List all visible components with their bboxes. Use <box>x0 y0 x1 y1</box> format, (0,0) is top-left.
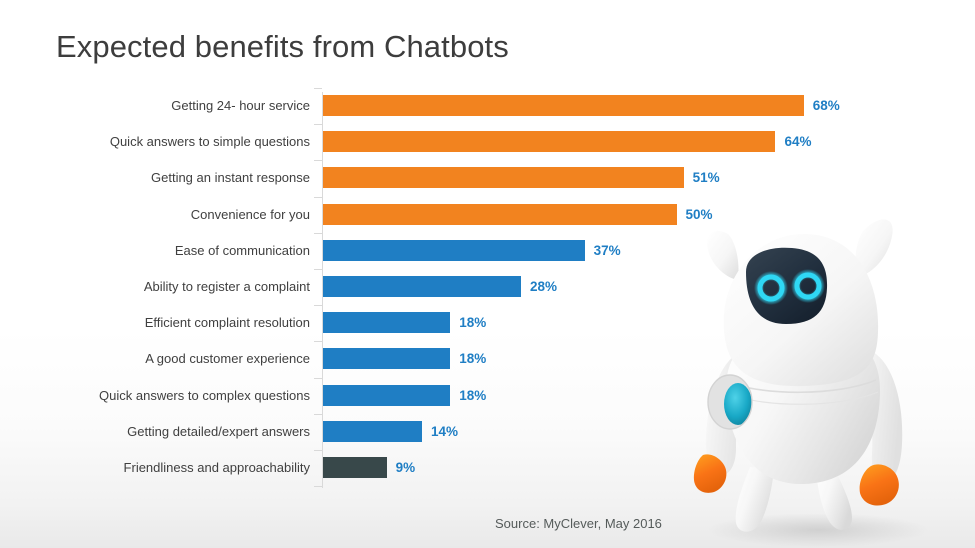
source-caption: Source: MyClever, May 2016 <box>495 516 662 531</box>
bar-and-value: 14% <box>323 420 458 442</box>
bar-row: Convenience for you 50% <box>0 196 975 233</box>
bar-value-label: 50% <box>685 206 713 222</box>
axis-tick <box>314 196 322 198</box>
bar-row: Friendliness and approachability 9% <box>0 449 975 486</box>
axis-tick <box>314 305 322 307</box>
bar-value-label: 14% <box>430 423 458 439</box>
category-label: A good customer experience <box>145 351 310 367</box>
axis-tick <box>314 268 322 270</box>
bar-and-value: 9% <box>323 456 416 478</box>
axis-tick <box>314 232 322 234</box>
category-label: Quick answers to complex questions <box>99 387 310 403</box>
axis-tick <box>314 449 322 451</box>
bar <box>323 275 521 297</box>
bar-row: Getting an instant response 51% <box>0 160 975 196</box>
bar-and-value: 51% <box>323 167 720 189</box>
bar <box>323 348 451 370</box>
bar-chart: Getting 24- hour service 68% Quick answers… <box>0 88 975 498</box>
axis-tick <box>314 124 322 126</box>
bar-value-label: 64% <box>784 134 812 150</box>
bar-value-label: 28% <box>529 278 557 294</box>
bar-and-value: 68% <box>323 95 840 116</box>
axis-tick <box>314 341 322 343</box>
bar <box>323 420 422 442</box>
category-label: Convenience for you <box>190 206 310 222</box>
bar-value-label: 9% <box>395 459 416 475</box>
bar-rows: Getting 24- hour service 68% Quick answers… <box>0 88 975 488</box>
bar <box>323 131 776 153</box>
category-label: Ease of communication <box>174 242 310 258</box>
bar <box>323 203 677 225</box>
category-label: Getting 24- hour service <box>171 98 310 113</box>
bar-row: Efficient complaint resolution 18% <box>0 305 975 341</box>
bar-row: Quick answers to complex questions 18% <box>0 377 975 414</box>
bar-and-value: 64% <box>323 131 812 153</box>
bar <box>323 239 585 261</box>
bar-row: Ability to register a complaint 28% <box>0 268 975 305</box>
bar-value-label: 18% <box>459 387 487 403</box>
bar-row: Getting 24- hour service 68% <box>0 88 975 124</box>
category-label: Getting detailed/expert answers <box>127 423 310 439</box>
bar-row: Ease of communication 37% <box>0 232 975 269</box>
bar-value-label: 18% <box>459 315 487 331</box>
slide-canvas: Expected benefits from Chatbots Getting … <box>0 0 975 548</box>
bar-and-value: 18% <box>323 312 487 334</box>
axis-tick <box>314 88 322 89</box>
bar-row: Quick answers to simple questions 64% <box>0 124 975 160</box>
bar <box>323 167 684 189</box>
bar-value-label: 37% <box>593 242 621 258</box>
bar <box>323 312 451 334</box>
category-label: Friendliness and approachability <box>123 459 310 475</box>
bar-and-value: 18% <box>323 348 487 370</box>
bar-value-label: 68% <box>812 98 840 113</box>
category-label: Efficient complaint resolution <box>144 315 310 331</box>
axis-tick <box>314 160 322 162</box>
category-label: Quick answers to simple questions <box>109 134 310 150</box>
bar-row: A good customer experience 18% <box>0 341 975 377</box>
bar-and-value: 50% <box>323 203 713 225</box>
category-label: Getting an instant response <box>151 170 310 186</box>
category-label: Ability to register a complaint <box>143 278 310 294</box>
bar-value-label: 18% <box>459 351 487 367</box>
bar-row: Getting detailed/expert answers 14% <box>0 413 975 450</box>
bar-and-value: 37% <box>323 239 621 261</box>
axis-end <box>0 486 975 488</box>
axis-tick <box>314 413 322 415</box>
bar <box>323 95 804 116</box>
bar <box>323 456 387 478</box>
bar <box>323 384 451 406</box>
page-title: Expected benefits from Chatbots <box>56 29 509 64</box>
robot-shadow <box>708 513 928 547</box>
axis-tick <box>314 486 322 488</box>
bar-and-value: 28% <box>323 275 557 297</box>
bar-value-label: 51% <box>692 170 720 186</box>
bar-and-value: 18% <box>323 384 487 406</box>
axis-tick <box>314 377 322 379</box>
